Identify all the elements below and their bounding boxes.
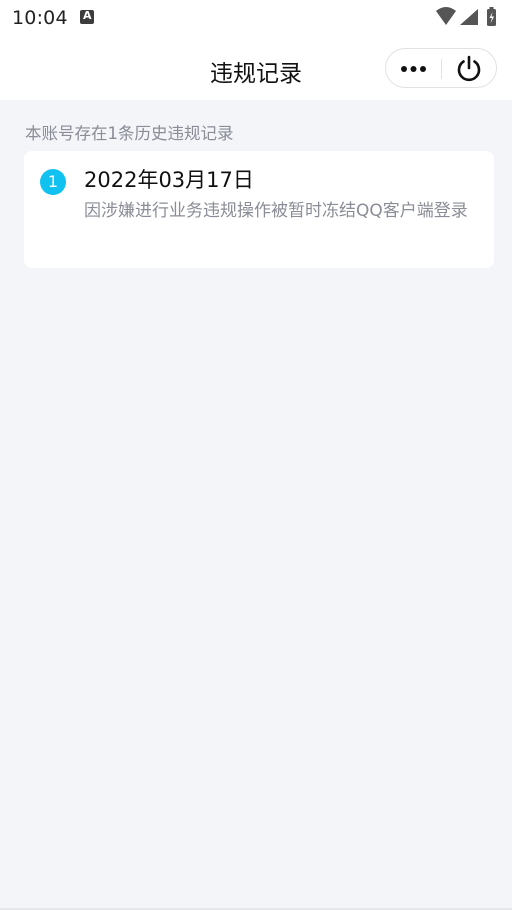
mini-program-capsule xyxy=(385,48,497,88)
notification-a-icon xyxy=(80,9,94,24)
battery-charging-icon xyxy=(487,7,496,26)
more-icon xyxy=(401,66,426,72)
violation-summary: 本账号存在1条历史违规记录 xyxy=(25,124,234,143)
status-time: 10:04 xyxy=(12,7,68,29)
exit-button[interactable] xyxy=(442,49,496,87)
status-bar: 10:04 xyxy=(0,0,512,36)
record-index-badge: 1 xyxy=(40,169,66,195)
more-button[interactable] xyxy=(386,49,441,87)
navigation-bar: 违规记录 xyxy=(0,36,512,100)
power-icon xyxy=(457,55,481,82)
violation-record-card: 1 2022年03月17日 因涉嫌进行业务违规操作被暂时冻结QQ客户端登录 xyxy=(24,151,494,268)
cellular-signal-icon xyxy=(460,9,478,25)
wifi-icon xyxy=(436,7,456,25)
status-icons-svg xyxy=(436,7,496,26)
record-date: 2022年03月17日 xyxy=(84,168,254,192)
record-description: 因涉嫌进行业务违规操作被暂时冻结QQ客户端登录 xyxy=(84,201,468,221)
status-icons xyxy=(434,6,504,30)
